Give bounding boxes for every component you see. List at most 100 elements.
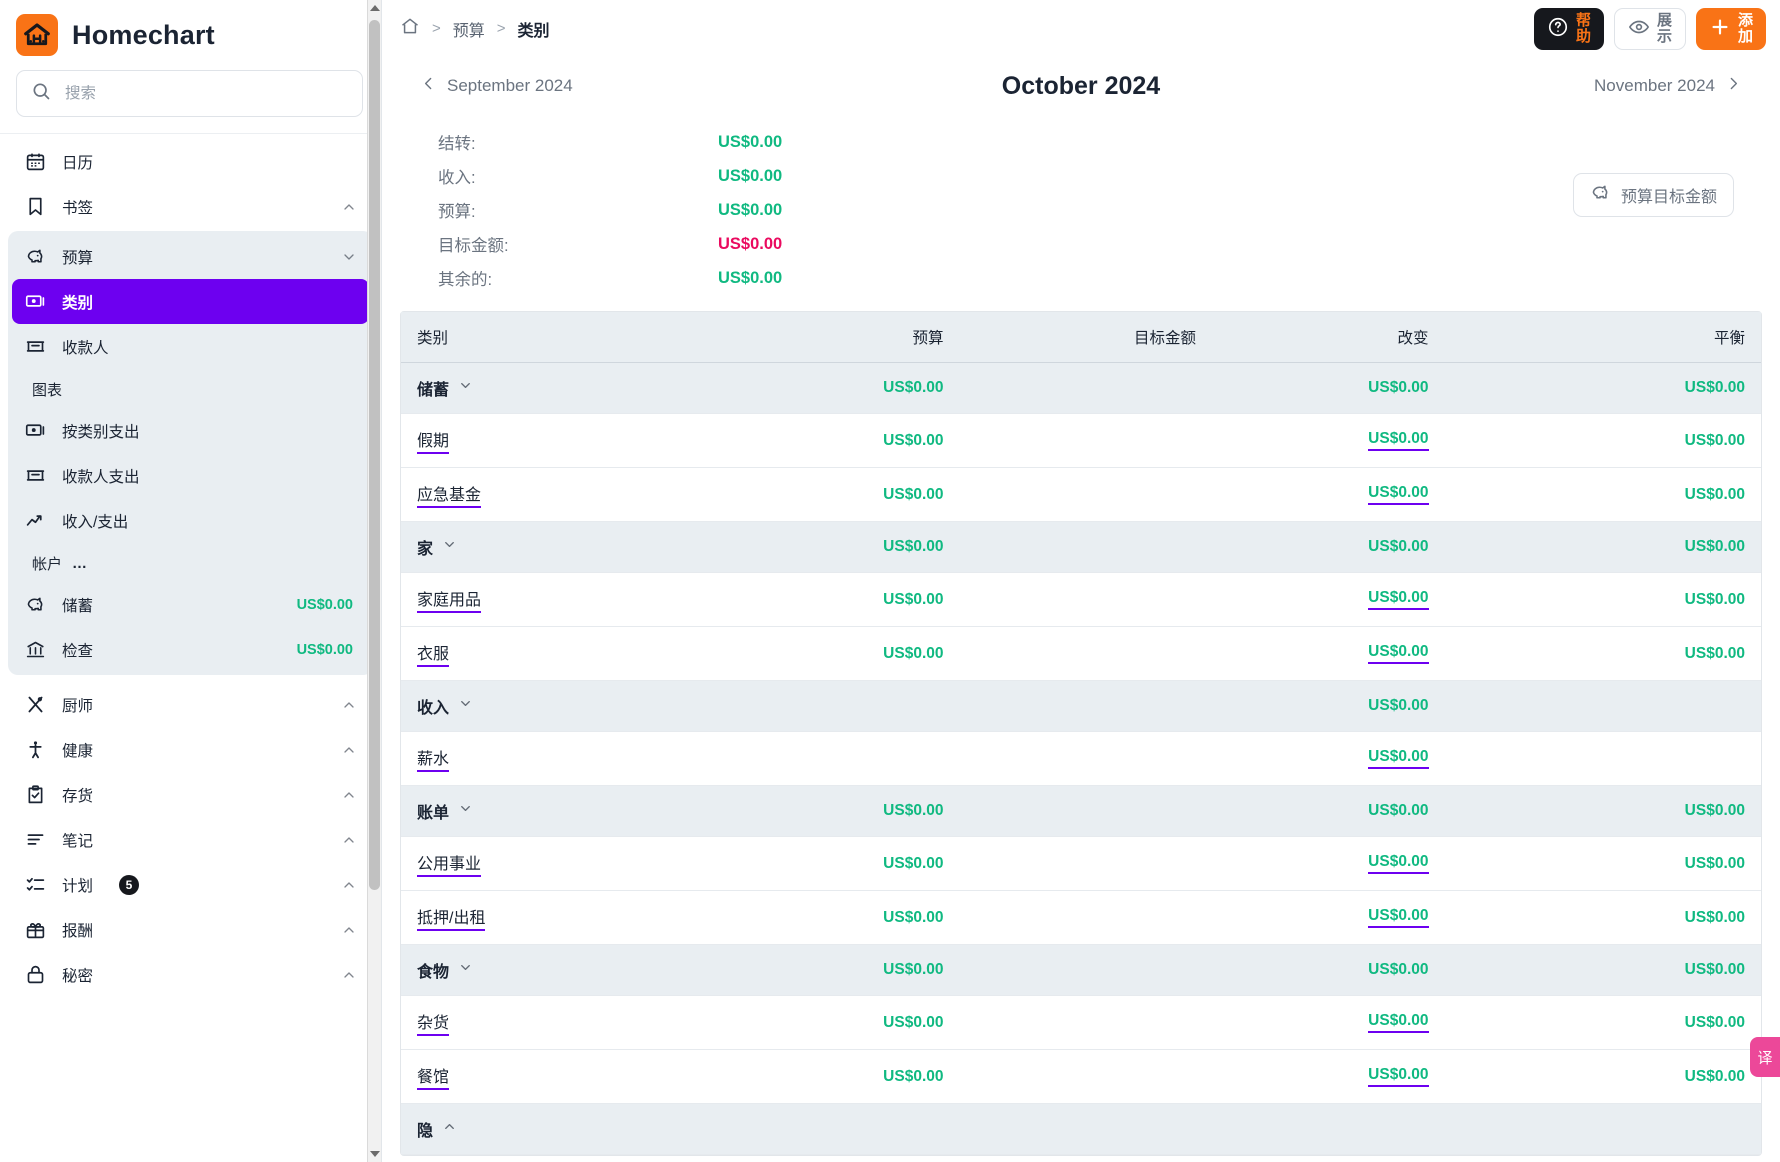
change-cell-value[interactable]: US$0.00 bbox=[1368, 1066, 1428, 1087]
sidebar-scrollbar[interactable] bbox=[367, 0, 381, 1162]
change-cell-value[interactable]: US$0.00 bbox=[1368, 1012, 1428, 1033]
chevron-down-icon[interactable] bbox=[458, 960, 473, 980]
chevron-down-icon[interactable] bbox=[458, 378, 473, 398]
category-link[interactable]: 公用事业 bbox=[417, 850, 481, 877]
chevron-up-icon[interactable] bbox=[341, 967, 357, 983]
help-button[interactable]: 帮 助 bbox=[1534, 8, 1604, 50]
category-link[interactable]: 家庭用品 bbox=[417, 586, 481, 613]
table-row[interactable]: 隐 bbox=[401, 1104, 1761, 1155]
table-row[interactable]: 衣服US$0.00US$0.00US$0.00 bbox=[401, 627, 1761, 681]
sidebar-item-account-checking[interactable]: 检查 US$0.00 bbox=[12, 627, 369, 672]
table-row[interactable]: 食物US$0.00US$0.00US$0.00 bbox=[401, 945, 1761, 996]
chevron-up-icon[interactable] bbox=[341, 742, 357, 758]
table-row[interactable]: 薪水 US$0.00 bbox=[401, 732, 1761, 786]
category-link[interactable]: 薪水 bbox=[417, 745, 449, 772]
sidebar-item-budget[interactable]: 预算 bbox=[12, 234, 369, 279]
col-header-budget[interactable]: 预算 bbox=[831, 312, 1064, 363]
scroll-down-arrow-icon[interactable] bbox=[370, 1151, 380, 1157]
budget-goal-amount-button[interactable]: 预算目标金额 bbox=[1573, 173, 1734, 217]
change-cell[interactable]: US$0.00 bbox=[1296, 627, 1529, 681]
show-button[interactable]: 展 示 bbox=[1614, 8, 1686, 50]
brand[interactable]: Homechart bbox=[0, 0, 381, 66]
change-cell[interactable]: US$0.00 bbox=[1296, 414, 1529, 468]
category-link[interactable]: 餐馆 bbox=[417, 1063, 449, 1090]
category-link[interactable]: 杂货 bbox=[417, 1009, 449, 1036]
more-options-icon[interactable]: … bbox=[72, 555, 89, 572]
change-cell[interactable]: US$0.00 bbox=[1296, 837, 1529, 891]
change-cell-value[interactable]: US$0.00 bbox=[1368, 643, 1428, 664]
change-cell-value[interactable]: US$0.00 bbox=[1368, 430, 1428, 451]
translate-icon[interactable]: 译 bbox=[1750, 1037, 1780, 1077]
change-cell-value[interactable]: US$0.00 bbox=[1368, 484, 1428, 505]
category-group-toggle[interactable]: 储蓄 bbox=[417, 376, 473, 400]
change-cell[interactable]: US$0.00 bbox=[1296, 468, 1529, 522]
chevron-up-icon[interactable] bbox=[341, 199, 357, 215]
table-row[interactable]: 储蓄US$0.00US$0.00US$0.00 bbox=[401, 363, 1761, 414]
chevron-down-icon[interactable] bbox=[442, 537, 457, 557]
breadcrumb-budget[interactable]: 预算 bbox=[453, 17, 485, 41]
sidebar-item-calendar[interactable]: 日历 bbox=[12, 139, 369, 184]
sidebar-item-secrets[interactable]: 秘密 bbox=[12, 952, 369, 997]
sidebar-item-categories[interactable]: 类别 bbox=[12, 279, 369, 324]
chevron-up-icon[interactable] bbox=[442, 1119, 457, 1139]
table-row[interactable]: 餐馆US$0.00US$0.00US$0.00 bbox=[401, 1050, 1761, 1104]
scrollbar-thumb[interactable] bbox=[369, 20, 380, 890]
sidebar-item-spend-by-payee[interactable]: 收款人支出 bbox=[12, 453, 369, 498]
table-row[interactable]: 应急基金US$0.00US$0.00US$0.00 bbox=[401, 468, 1761, 522]
sidebar-item-plan[interactable]: 计划 5 bbox=[12, 862, 369, 907]
search-input[interactable] bbox=[65, 85, 348, 103]
table-row[interactable]: 公用事业US$0.00US$0.00US$0.00 bbox=[401, 837, 1761, 891]
next-month-button[interactable]: November 2024 bbox=[1412, 75, 1742, 97]
category-group-toggle[interactable]: 收入 bbox=[417, 694, 473, 718]
col-header-balance[interactable]: 平衡 bbox=[1529, 312, 1762, 363]
change-cell[interactable]: US$0.00 bbox=[1296, 732, 1529, 786]
change-cell[interactable]: US$0.00 bbox=[1296, 891, 1529, 945]
col-header-change[interactable]: 改变 bbox=[1296, 312, 1529, 363]
home-icon[interactable] bbox=[400, 16, 420, 41]
col-header-target[interactable]: 目标金额 bbox=[1064, 312, 1297, 363]
sidebar-item-income-expense[interactable]: 收入/支出 bbox=[12, 498, 369, 543]
sidebar-item-rewards[interactable]: 报酬 bbox=[12, 907, 369, 952]
category-link[interactable]: 假期 bbox=[417, 427, 449, 454]
search-box[interactable] bbox=[16, 70, 363, 117]
sidebar-item-account-savings[interactable]: 储蓄 US$0.00 bbox=[12, 582, 369, 627]
chevron-up-icon[interactable] bbox=[341, 922, 357, 938]
change-cell[interactable]: US$0.00 bbox=[1296, 1050, 1529, 1104]
change-cell-value[interactable]: US$0.00 bbox=[1368, 748, 1428, 769]
category-link[interactable]: 应急基金 bbox=[417, 481, 481, 508]
table-row[interactable]: 账单US$0.00US$0.00US$0.00 bbox=[401, 786, 1761, 837]
category-link[interactable]: 衣服 bbox=[417, 640, 449, 667]
scroll-up-arrow-icon[interactable] bbox=[370, 5, 380, 11]
chevron-up-icon[interactable] bbox=[341, 832, 357, 848]
category-link[interactable]: 抵押/出租 bbox=[417, 904, 485, 931]
category-group-toggle[interactable]: 食物 bbox=[417, 958, 473, 982]
prev-month-button[interactable]: September 2024 bbox=[420, 75, 750, 97]
col-header-category[interactable]: 类别 bbox=[401, 312, 831, 363]
chevron-up-icon[interactable] bbox=[341, 787, 357, 803]
change-cell-value[interactable]: US$0.00 bbox=[1368, 907, 1428, 928]
category-group-toggle[interactable]: 账单 bbox=[417, 799, 473, 823]
sidebar-item-health[interactable]: 健康 bbox=[12, 727, 369, 772]
sidebar-item-spend-by-category[interactable]: 按类别支出 bbox=[12, 408, 369, 453]
table-row[interactable]: 抵押/出租US$0.00US$0.00US$0.00 bbox=[401, 891, 1761, 945]
chevron-down-icon[interactable] bbox=[341, 249, 357, 265]
chevron-down-icon[interactable] bbox=[458, 801, 473, 821]
sidebar-item-bookmarks[interactable]: 书签 bbox=[12, 184, 369, 229]
table-row[interactable]: 家庭用品US$0.00US$0.00US$0.00 bbox=[401, 573, 1761, 627]
change-cell[interactable]: US$0.00 bbox=[1296, 996, 1529, 1050]
sidebar-item-inventory[interactable]: 存货 bbox=[12, 772, 369, 817]
table-row[interactable]: 家US$0.00US$0.00US$0.00 bbox=[401, 522, 1761, 573]
chevron-up-icon[interactable] bbox=[341, 697, 357, 713]
table-row[interactable]: 杂货US$0.00US$0.00US$0.00 bbox=[401, 996, 1761, 1050]
category-group-toggle[interactable]: 隐 bbox=[417, 1117, 457, 1141]
sidebar-item-payees[interactable]: 收款人 bbox=[12, 324, 369, 369]
table-row[interactable]: 收入US$0.00 bbox=[401, 681, 1761, 732]
change-cell-value[interactable]: US$0.00 bbox=[1368, 589, 1428, 610]
add-button[interactable]: 添 加 bbox=[1696, 8, 1766, 50]
sidebar-item-cook[interactable]: 厨师 bbox=[12, 682, 369, 727]
category-group-toggle[interactable]: 家 bbox=[417, 535, 457, 559]
change-cell-value[interactable]: US$0.00 bbox=[1368, 853, 1428, 874]
change-cell[interactable]: US$0.00 bbox=[1296, 573, 1529, 627]
chevron-down-icon[interactable] bbox=[458, 696, 473, 716]
sidebar-item-notes[interactable]: 笔记 bbox=[12, 817, 369, 862]
